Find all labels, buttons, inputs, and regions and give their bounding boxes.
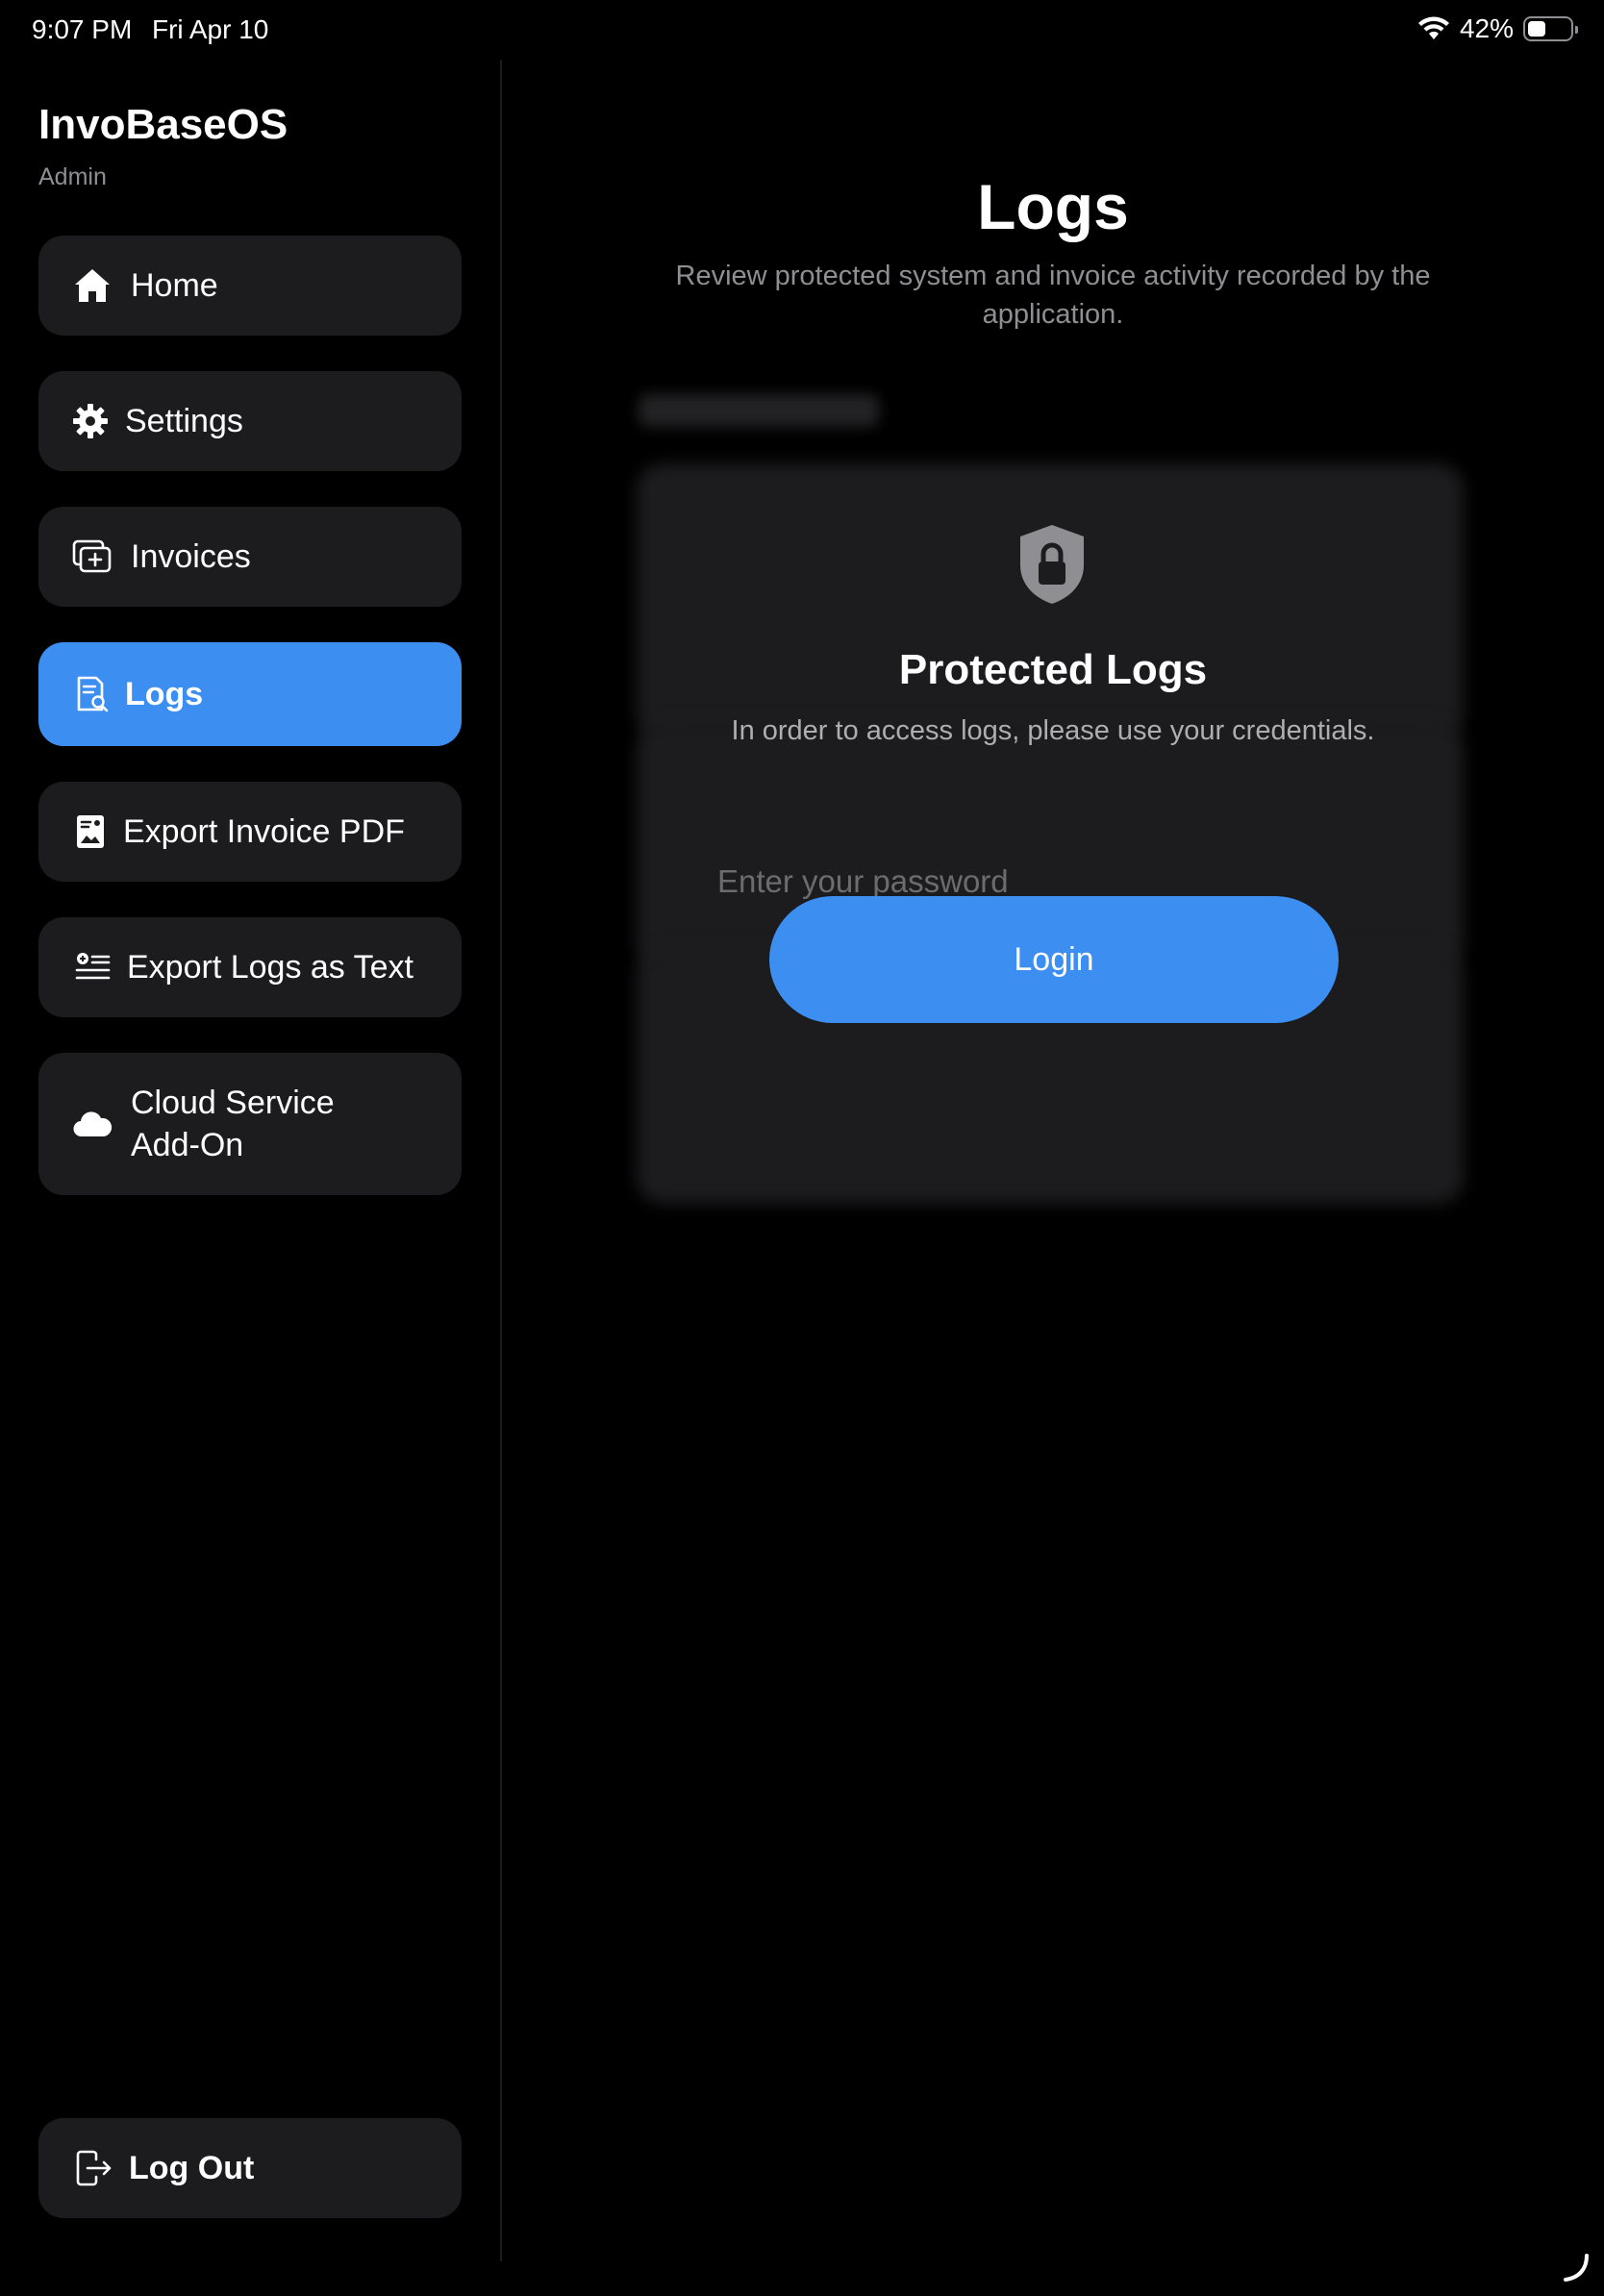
sidebar-item-cloud-service-add-on[interactable]: Cloud Service Add-On [38, 1053, 462, 1195]
user-role: Admin [38, 163, 107, 190]
page-title: Logs [977, 171, 1129, 242]
battery-level-fill [1528, 21, 1545, 37]
status-bar: 9:07 PM Fri Apr 10 42% [0, 0, 1604, 60]
main-content: Logs Review protected system and invoice… [502, 60, 1604, 2296]
protected-logs-description: In order to access logs, please use your… [731, 715, 1375, 746]
logout-label: Log Out [129, 2150, 255, 2186]
document-image-icon [69, 811, 112, 853]
screen: 9:07 PM Fri Apr 10 42% InvoBaseOS Admin [0, 0, 1604, 2296]
sidebar-item-label: Export Logs as Text [127, 949, 414, 986]
page-subtitle: Review protected system and invoice acti… [675, 261, 1431, 330]
sidebar-item-label: Home [131, 267, 218, 304]
protected-logs-title: Protected Logs [898, 646, 1208, 693]
sidebar-item-home[interactable]: Home [38, 236, 462, 336]
sidebar-item-logs[interactable]: Logs [38, 642, 462, 746]
activity-indicator-icon [1564, 2254, 1589, 2282]
battery-percentage: 42% [1459, 13, 1514, 43]
list-export-icon [71, 946, 113, 988]
house-icon [71, 264, 113, 307]
sidebar-item-label: Logs [125, 676, 204, 712]
sidebar-item-settings[interactable]: Settings [38, 371, 462, 471]
sidebar-item-export-logs-as-text[interactable]: Export Logs as Text [38, 917, 462, 1017]
lock-shield-icon [1020, 525, 1084, 604]
logout-button[interactable]: Log Out [38, 2118, 462, 2218]
sidebar-item-export-invoice-pdf[interactable]: Export Invoice PDF [38, 782, 462, 882]
battery-cap [1575, 26, 1578, 34]
cloud-icon [71, 1103, 113, 1145]
blurred-section-heading [639, 394, 879, 427]
logout-icon [73, 2147, 115, 2189]
sidebar-item-invoices[interactable]: Invoices [38, 507, 462, 607]
sidebar-item-label: Cloud Service Add-On [131, 1085, 335, 1163]
battery-icon [1523, 16, 1578, 41]
sidebar-item-label: Export Invoice PDF [123, 813, 405, 850]
login-button[interactable]: Login [769, 896, 1339, 1023]
status-time: 9:07 PM [32, 14, 133, 44]
sidebar-item-label: Invoices [131, 538, 251, 575]
wifi-icon [1417, 16, 1449, 39]
app-title: InvoBaseOS [38, 101, 288, 148]
document-search-icon [71, 673, 113, 715]
gear-icon [69, 400, 112, 442]
sidebar-item-label: Settings [125, 403, 243, 439]
status-date: Fri Apr 10 [152, 14, 269, 44]
invoices-add-icon [71, 536, 113, 578]
status-indicators: 42% [1417, 13, 1578, 44]
